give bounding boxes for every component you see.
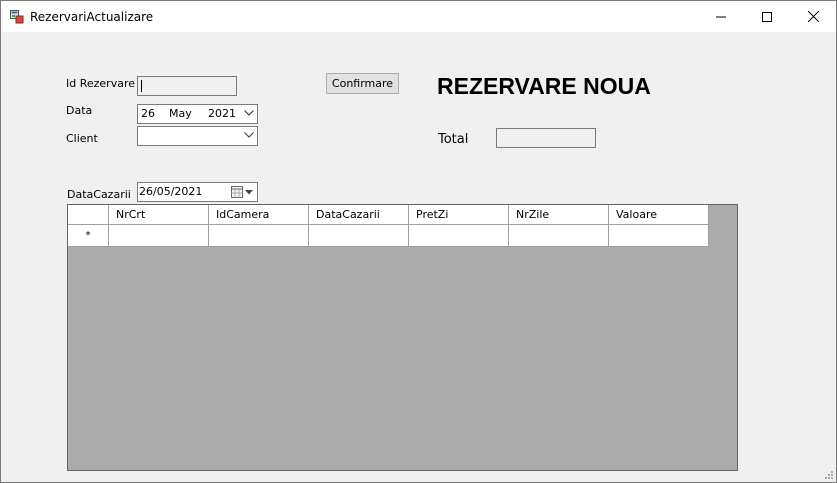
cell-datacazarii[interactable] [309,225,409,247]
data-cazarii-date-picker[interactable]: 26/05/2021 [137,182,258,202]
id-rezervare-input[interactable] [137,76,237,96]
grid-header: NrCrt IdCamera DataCazarii PretZi NrZile… [68,205,709,225]
maximize-icon [762,11,772,22]
table-row-new[interactable]: * [68,225,709,247]
client-combobox[interactable] [137,126,258,146]
data-label: Data [66,104,93,117]
data-day: 26 [141,107,155,120]
chevron-down-icon[interactable] [244,110,254,116]
column-header-nrzile[interactable]: NrZile [509,205,609,225]
text-caret [141,80,142,92]
data-cazarii-value: 26/05/2021 [139,185,203,198]
close-button[interactable] [790,1,836,32]
maximize-button[interactable] [744,1,790,32]
minimize-icon [716,16,726,17]
window-title: RezervariActualizare [30,10,154,24]
reservations-grid[interactable]: NrCrt IdCamera DataCazarii PretZi NrZile… [67,204,738,471]
chevron-down-icon[interactable] [244,132,254,138]
data-date-picker[interactable]: 26 May 2021 [137,104,258,124]
id-rezervare-label: Id Rezervare [66,77,136,90]
page-heading: REZERVARE NOUA [437,73,651,99]
cell-nrzile[interactable] [509,225,609,247]
title-bar: RezervariActualizare [1,1,836,32]
cell-pretzi[interactable] [409,225,509,247]
total-input[interactable] [496,128,596,148]
resize-grip-icon[interactable] [824,470,834,480]
data-year: 2021 [208,107,236,120]
form-window: RezervariActualizare Id Rezervare Data 2… [0,0,837,483]
cell-idcamera[interactable] [209,225,309,247]
calendar-dropdown-icon[interactable] [231,186,255,199]
form-app-icon [10,10,24,24]
column-header-pretzi[interactable]: PretZi [409,205,509,225]
row-header-corner[interactable] [68,205,109,225]
column-header-nrcrt[interactable]: NrCrt [109,205,209,225]
new-row-marker[interactable]: * [68,225,109,247]
column-header-valoare[interactable]: Valoare [609,205,709,225]
column-header-datacazarii[interactable]: DataCazarii [309,205,409,225]
data-month: May [169,107,192,120]
cell-nrcrt[interactable] [109,225,209,247]
data-cazarii-label: DataCazarii [67,188,131,201]
total-label: Total [438,132,469,147]
cell-valoare[interactable] [609,225,709,247]
client-label: Client [66,132,98,145]
confirmare-button[interactable]: Confirmare [326,73,399,94]
minimize-button[interactable] [698,1,744,32]
close-icon [807,11,819,22]
column-header-idcamera[interactable]: IdCamera [209,205,309,225]
